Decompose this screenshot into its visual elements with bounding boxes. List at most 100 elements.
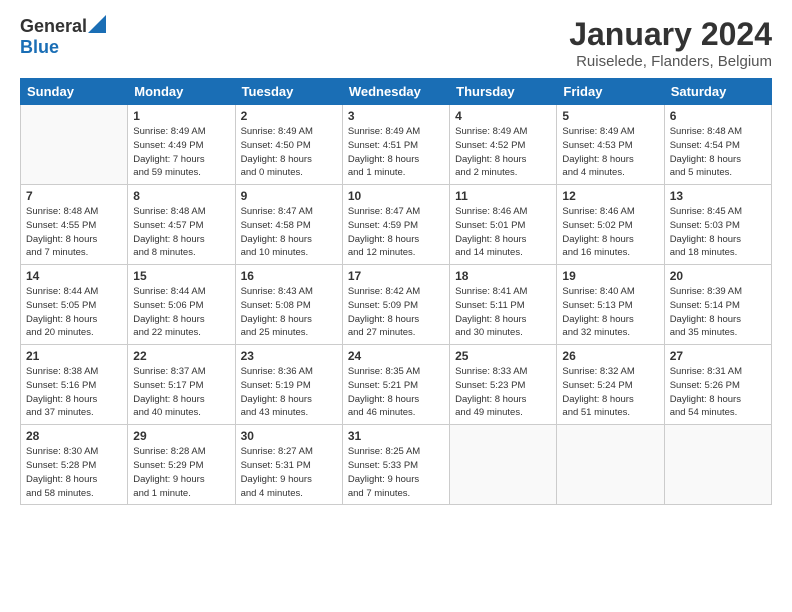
table-row xyxy=(21,105,128,185)
table-row: 28Sunrise: 8:30 AMSunset: 5:28 PMDayligh… xyxy=(21,425,128,505)
cell-line: Sunset: 4:59 PM xyxy=(348,219,444,233)
cell-line: Sunset: 5:14 PM xyxy=(670,299,766,313)
table-row: 2Sunrise: 8:49 AMSunset: 4:50 PMDaylight… xyxy=(235,105,342,185)
day-number: 3 xyxy=(348,109,444,123)
cell-line: Sunset: 4:50 PM xyxy=(241,139,337,153)
cell-line: Sunrise: 8:25 AM xyxy=(348,445,444,459)
cell-line: Sunset: 5:13 PM xyxy=(562,299,658,313)
col-monday: Monday xyxy=(128,79,235,105)
cell-info: Sunrise: 8:48 AMSunset: 4:54 PMDaylight:… xyxy=(670,125,766,180)
day-number: 31 xyxy=(348,429,444,443)
cell-line: Daylight: 9 hours xyxy=(241,473,337,487)
cell-line: Daylight: 7 hours xyxy=(133,153,229,167)
cell-line: Daylight: 9 hours xyxy=(348,473,444,487)
cell-line: Sunset: 4:51 PM xyxy=(348,139,444,153)
cell-line: Sunset: 4:49 PM xyxy=(133,139,229,153)
cell-info: Sunrise: 8:42 AMSunset: 5:09 PMDaylight:… xyxy=(348,285,444,340)
cell-line: and 51 minutes. xyxy=(562,406,658,420)
day-number: 29 xyxy=(133,429,229,443)
cell-line: and 4 minutes. xyxy=(562,166,658,180)
table-row: 13Sunrise: 8:45 AMSunset: 5:03 PMDayligh… xyxy=(664,185,771,265)
cell-line: Sunset: 5:16 PM xyxy=(26,379,122,393)
cell-line: and 2 minutes. xyxy=(455,166,551,180)
table-row: 11Sunrise: 8:46 AMSunset: 5:01 PMDayligh… xyxy=(450,185,557,265)
cell-line: Sunset: 5:05 PM xyxy=(26,299,122,313)
cell-line: and 43 minutes. xyxy=(241,406,337,420)
day-number: 6 xyxy=(670,109,766,123)
cell-line: Sunset: 5:19 PM xyxy=(241,379,337,393)
day-number: 20 xyxy=(670,269,766,283)
table-row: 26Sunrise: 8:32 AMSunset: 5:24 PMDayligh… xyxy=(557,345,664,425)
cell-info: Sunrise: 8:43 AMSunset: 5:08 PMDaylight:… xyxy=(241,285,337,340)
cell-line: Sunrise: 8:37 AM xyxy=(133,365,229,379)
cell-line: and 12 minutes. xyxy=(348,246,444,260)
cell-line: Sunset: 4:53 PM xyxy=(562,139,658,153)
col-thursday: Thursday xyxy=(450,79,557,105)
cell-line: and 16 minutes. xyxy=(562,246,658,260)
table-row: 19Sunrise: 8:40 AMSunset: 5:13 PMDayligh… xyxy=(557,265,664,345)
logo: General Blue xyxy=(20,16,106,57)
cell-line: and 8 minutes. xyxy=(133,246,229,260)
cell-line: Daylight: 8 hours xyxy=(348,233,444,247)
cell-line: Sunrise: 8:27 AM xyxy=(241,445,337,459)
cell-line: Sunrise: 8:49 AM xyxy=(241,125,337,139)
cell-line: and 30 minutes. xyxy=(455,326,551,340)
cell-line: and 18 minutes. xyxy=(670,246,766,260)
header: General Blue January 2024 Ruiselede, Fla… xyxy=(20,16,772,70)
day-number: 7 xyxy=(26,189,122,203)
logo-icon xyxy=(88,15,106,33)
cell-line: Sunset: 4:54 PM xyxy=(670,139,766,153)
cell-line: Daylight: 8 hours xyxy=(562,393,658,407)
cell-line: and 22 minutes. xyxy=(133,326,229,340)
cell-line: Sunrise: 8:48 AM xyxy=(670,125,766,139)
cell-line: Sunset: 5:29 PM xyxy=(133,459,229,473)
day-number: 23 xyxy=(241,349,337,363)
cell-line: Sunrise: 8:46 AM xyxy=(562,205,658,219)
table-row xyxy=(450,425,557,505)
day-number: 5 xyxy=(562,109,658,123)
cell-info: Sunrise: 8:49 AMSunset: 4:51 PMDaylight:… xyxy=(348,125,444,180)
cell-line: Daylight: 8 hours xyxy=(26,473,122,487)
cell-info: Sunrise: 8:36 AMSunset: 5:19 PMDaylight:… xyxy=(241,365,337,420)
table-row: 9Sunrise: 8:47 AMSunset: 4:58 PMDaylight… xyxy=(235,185,342,265)
table-row: 14Sunrise: 8:44 AMSunset: 5:05 PMDayligh… xyxy=(21,265,128,345)
day-number: 1 xyxy=(133,109,229,123)
day-number: 10 xyxy=(348,189,444,203)
cell-line: Sunset: 5:11 PM xyxy=(455,299,551,313)
cell-line: Sunset: 5:28 PM xyxy=(26,459,122,473)
calendar-title: January 2024 xyxy=(569,16,772,53)
cell-line: Sunset: 4:55 PM xyxy=(26,219,122,233)
cell-line: Sunset: 5:23 PM xyxy=(455,379,551,393)
table-row: 12Sunrise: 8:46 AMSunset: 5:02 PMDayligh… xyxy=(557,185,664,265)
cell-line: Sunrise: 8:38 AM xyxy=(26,365,122,379)
cell-line: Daylight: 8 hours xyxy=(670,393,766,407)
cell-info: Sunrise: 8:38 AMSunset: 5:16 PMDaylight:… xyxy=(26,365,122,420)
cell-info: Sunrise: 8:32 AMSunset: 5:24 PMDaylight:… xyxy=(562,365,658,420)
table-row: 31Sunrise: 8:25 AMSunset: 5:33 PMDayligh… xyxy=(342,425,449,505)
calendar-subtitle: Ruiselede, Flanders, Belgium xyxy=(569,53,772,70)
cell-info: Sunrise: 8:28 AMSunset: 5:29 PMDaylight:… xyxy=(133,445,229,500)
cell-line: Sunrise: 8:42 AM xyxy=(348,285,444,299)
cell-line: Daylight: 8 hours xyxy=(562,313,658,327)
table-row: 25Sunrise: 8:33 AMSunset: 5:23 PMDayligh… xyxy=(450,345,557,425)
cell-line: Daylight: 8 hours xyxy=(26,233,122,247)
title-area: January 2024 Ruiselede, Flanders, Belgiu… xyxy=(569,16,772,70)
cell-line: Sunset: 5:02 PM xyxy=(562,219,658,233)
cell-line: Daylight: 8 hours xyxy=(562,233,658,247)
table-row: 27Sunrise: 8:31 AMSunset: 5:26 PMDayligh… xyxy=(664,345,771,425)
table-row: 29 Sunrise: 8:28 AMSunset: 5:29 PMDayligh… xyxy=(128,425,235,505)
day-number: 15 xyxy=(133,269,229,283)
table-row: 18Sunrise: 8:41 AMSunset: 5:11 PMDayligh… xyxy=(450,265,557,345)
cell-info: Sunrise: 8:48 AMSunset: 4:55 PMDaylight:… xyxy=(26,205,122,260)
cell-line: Sunset: 5:03 PM xyxy=(670,219,766,233)
table-row: 3 Sunrise: 8:49 AMSunset: 4:51 PMDaylight… xyxy=(342,105,449,185)
cell-line: Daylight: 8 hours xyxy=(670,233,766,247)
cell-line: Daylight: 8 hours xyxy=(241,313,337,327)
col-friday: Friday xyxy=(557,79,664,105)
cell-line: Daylight: 8 hours xyxy=(670,313,766,327)
table-row: 17Sunrise: 8:42 AMSunset: 5:09 PMDayligh… xyxy=(342,265,449,345)
table-row: 21Sunrise: 8:38 AMSunset: 5:16 PMDayligh… xyxy=(21,345,128,425)
cell-line: Daylight: 8 hours xyxy=(348,153,444,167)
cell-line: Daylight: 8 hours xyxy=(348,393,444,407)
cell-line: and 49 minutes. xyxy=(455,406,551,420)
